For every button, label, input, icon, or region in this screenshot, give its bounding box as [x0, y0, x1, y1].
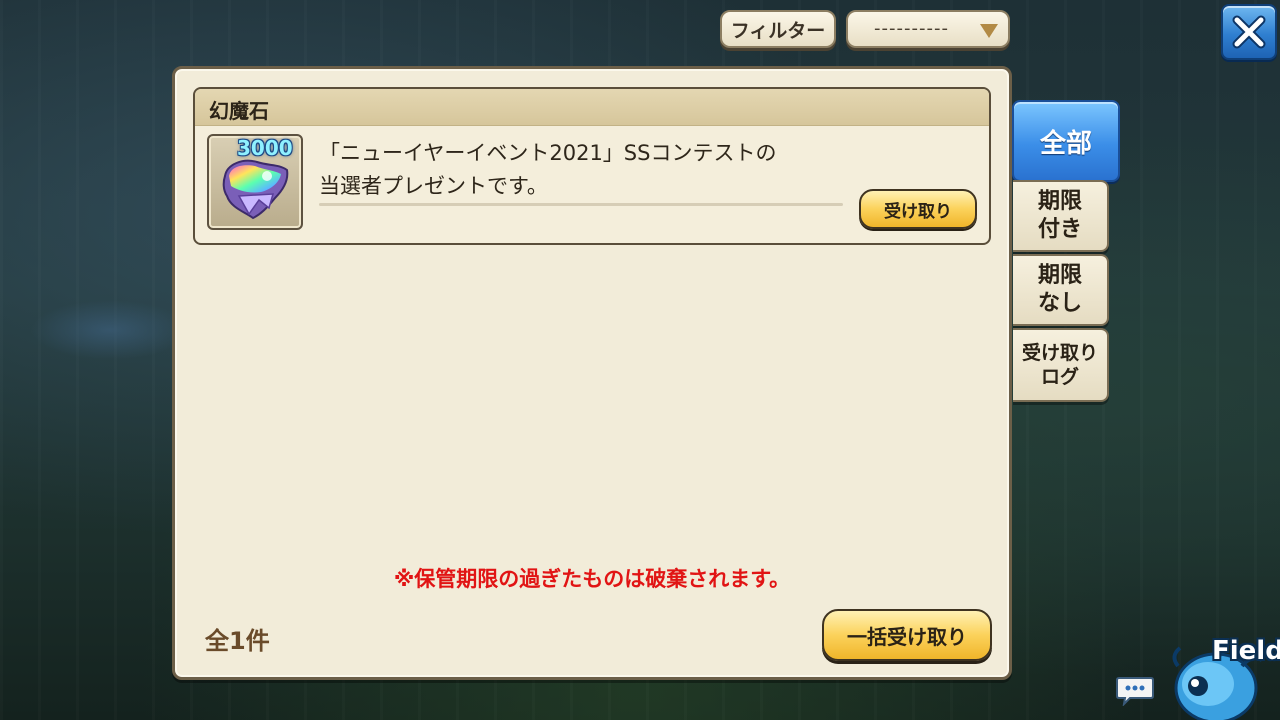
- total-count: 全1件: [205, 627, 270, 655]
- item-quantity-badge: 3000: [237, 136, 293, 160]
- item-divider: [319, 203, 843, 206]
- item-description-line2: 当選者プレゼントです。: [319, 174, 548, 198]
- tab-all-label: 全部: [1039, 128, 1092, 159]
- tab-no-expiry[interactable]: 期限 なし: [1013, 254, 1109, 326]
- claim-button[interactable]: 受け取り: [859, 189, 977, 229]
- bulk-claim-button[interactable]: 一括受け取り: [822, 609, 992, 661]
- close-icon: [1232, 15, 1266, 49]
- item-description-line1: 「ニューイヤーイベント2021」SSコンテストの: [319, 141, 777, 165]
- bulk-claim-button-label: 一括受け取り: [847, 624, 967, 649]
- item-category-title: 幻魔石: [209, 99, 269, 123]
- expiry-notice: ※保管期限の過ぎたものは破棄されます。: [393, 567, 791, 591]
- chat-bubble-icon: [1116, 677, 1154, 707]
- present-box-panel: 幻魔石 3000 「ニューイヤーイベント2021」SSコンテストの 当選者プレゼ…: [172, 66, 1012, 680]
- filter-button[interactable]: フィルター: [720, 10, 836, 48]
- filter-dropdown-value: ----------: [874, 18, 949, 39]
- item-description: 「ニューイヤーイベント2021」SSコンテストの 当選者プレゼントです。: [319, 137, 879, 203]
- tab-with-expiry-label: 期限 付き: [1037, 189, 1082, 242]
- field-button[interactable]: Field: [1168, 626, 1280, 720]
- present-item-card: 幻魔石 3000 「ニューイヤーイベント2021」SSコンテストの 当選者プレゼ…: [193, 87, 991, 245]
- claim-button-label: 受け取り: [884, 201, 952, 222]
- background-pond: [30, 300, 190, 360]
- tab-claim-log-label: 受け取り ログ: [1021, 342, 1098, 388]
- phantom-stone-icon: 3000: [207, 134, 303, 230]
- chat-button[interactable]: [1116, 676, 1154, 707]
- item-header: 幻魔石: [195, 89, 989, 126]
- tab-claim-log[interactable]: 受け取り ログ: [1013, 328, 1109, 402]
- tab-with-expiry[interactable]: 期限 付き: [1013, 180, 1109, 252]
- tab-no-expiry-label: 期限 なし: [1037, 263, 1082, 316]
- game-screen: フィルター ---------- 幻魔石 3000 「ニューイヤーイベント202…: [0, 0, 1280, 720]
- close-button[interactable]: [1221, 4, 1277, 60]
- tab-all[interactable]: 全部: [1012, 100, 1120, 182]
- field-label: Field: [1212, 636, 1280, 666]
- filter-dropdown[interactable]: ----------: [846, 10, 1010, 48]
- filter-button-label: フィルター: [730, 19, 826, 42]
- chevron-down-icon: [980, 24, 998, 38]
